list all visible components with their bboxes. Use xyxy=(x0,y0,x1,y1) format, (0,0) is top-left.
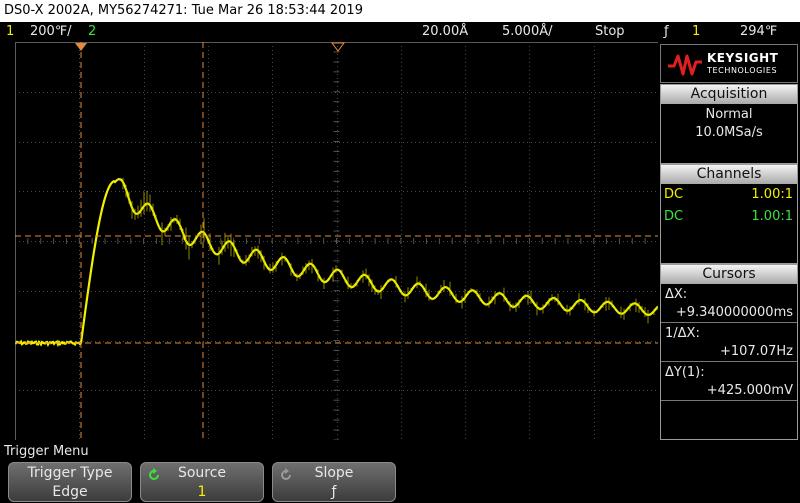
waveform-display[interactable]: T 1 xyxy=(15,42,658,440)
channels-panel[interactable]: Channels DC 1.00:1 DC 1.00:1 xyxy=(660,164,798,264)
acquisition-mode: Normal xyxy=(705,107,753,122)
acquisition-rate: 10.0MSa/s xyxy=(695,125,763,140)
trigger-type-value: Edge xyxy=(52,484,88,500)
run-state[interactable]: Stop xyxy=(595,22,625,42)
cursor-dx-label: ΔX: xyxy=(665,287,688,302)
channel-1-row: DC 1.00:1 xyxy=(661,186,797,204)
brand-name: KEYSIGHT xyxy=(707,51,779,65)
slope-softkey[interactable]: Slope ƒ xyxy=(272,462,396,502)
title-bar: DS0-X 2002A, MY56274271: Tue Mar 26 18:5… xyxy=(0,0,800,22)
slope-value: ƒ xyxy=(331,484,337,500)
ch1-coupling: DC xyxy=(664,187,684,202)
channel-2-row: DC 1.00:1 xyxy=(661,208,797,226)
cursor-dx-value: +9.340000000ms xyxy=(661,304,797,323)
trigger-level[interactable]: 294℉ xyxy=(740,22,777,42)
acquisition-panel[interactable]: Acquisition Normal 10.0MSa/s xyxy=(660,84,798,164)
channels-header: Channels xyxy=(661,165,797,184)
ch1-probe: 1.00:1 xyxy=(751,187,793,202)
ch2-probe: 1.00:1 xyxy=(751,209,793,224)
ch1-scale[interactable]: 200℉/ xyxy=(30,22,72,42)
source-value: 1 xyxy=(197,484,207,500)
ch1-number[interactable]: 1 xyxy=(6,22,14,42)
cursor-dy-label: ΔY(1): xyxy=(665,365,705,380)
cursor-dy-value: +425.000mV xyxy=(661,382,797,401)
trigger-slope-icon: ƒ xyxy=(664,24,669,39)
timebase[interactable]: 20.00Å xyxy=(422,22,468,42)
trigger-type-softkey[interactable]: Trigger Type Edge xyxy=(8,462,132,502)
cursors-header: Cursors xyxy=(661,265,797,284)
keysight-wave-icon xyxy=(668,54,702,76)
source-softkey[interactable]: Source 1 xyxy=(140,462,264,502)
cursors-panel[interactable]: Cursors ΔX: +9.340000000ms 1/ΔX: +107.07… xyxy=(660,264,798,440)
ch2-number[interactable]: 2 xyxy=(88,22,96,42)
side-panel: KEYSIGHT TECHNOLOGIES Acquisition Normal… xyxy=(660,44,798,440)
delay[interactable]: 5.000Å/ xyxy=(502,22,553,42)
status-bar: 1 200℉/ 2 20.00Å 5.000Å/ Stop ƒ 1 294℉ xyxy=(0,22,800,42)
trigger-type-label: Trigger Type xyxy=(27,465,113,481)
ch2-coupling: DC xyxy=(664,209,684,224)
brand-sub: TECHNOLOGIES xyxy=(707,66,778,75)
brand-logo: KEYSIGHT TECHNOLOGIES xyxy=(660,44,798,83)
rotate-knob-icon xyxy=(281,468,291,480)
menu-title: Trigger Menu xyxy=(0,442,800,461)
cursor-inv-value: +107.07Hz xyxy=(661,343,797,362)
rotate-knob-icon xyxy=(149,468,159,480)
cursor-inv-label: 1/ΔX: xyxy=(665,326,700,341)
acquisition-header: Acquisition xyxy=(661,85,797,104)
trigger-source: 1 xyxy=(692,24,701,39)
